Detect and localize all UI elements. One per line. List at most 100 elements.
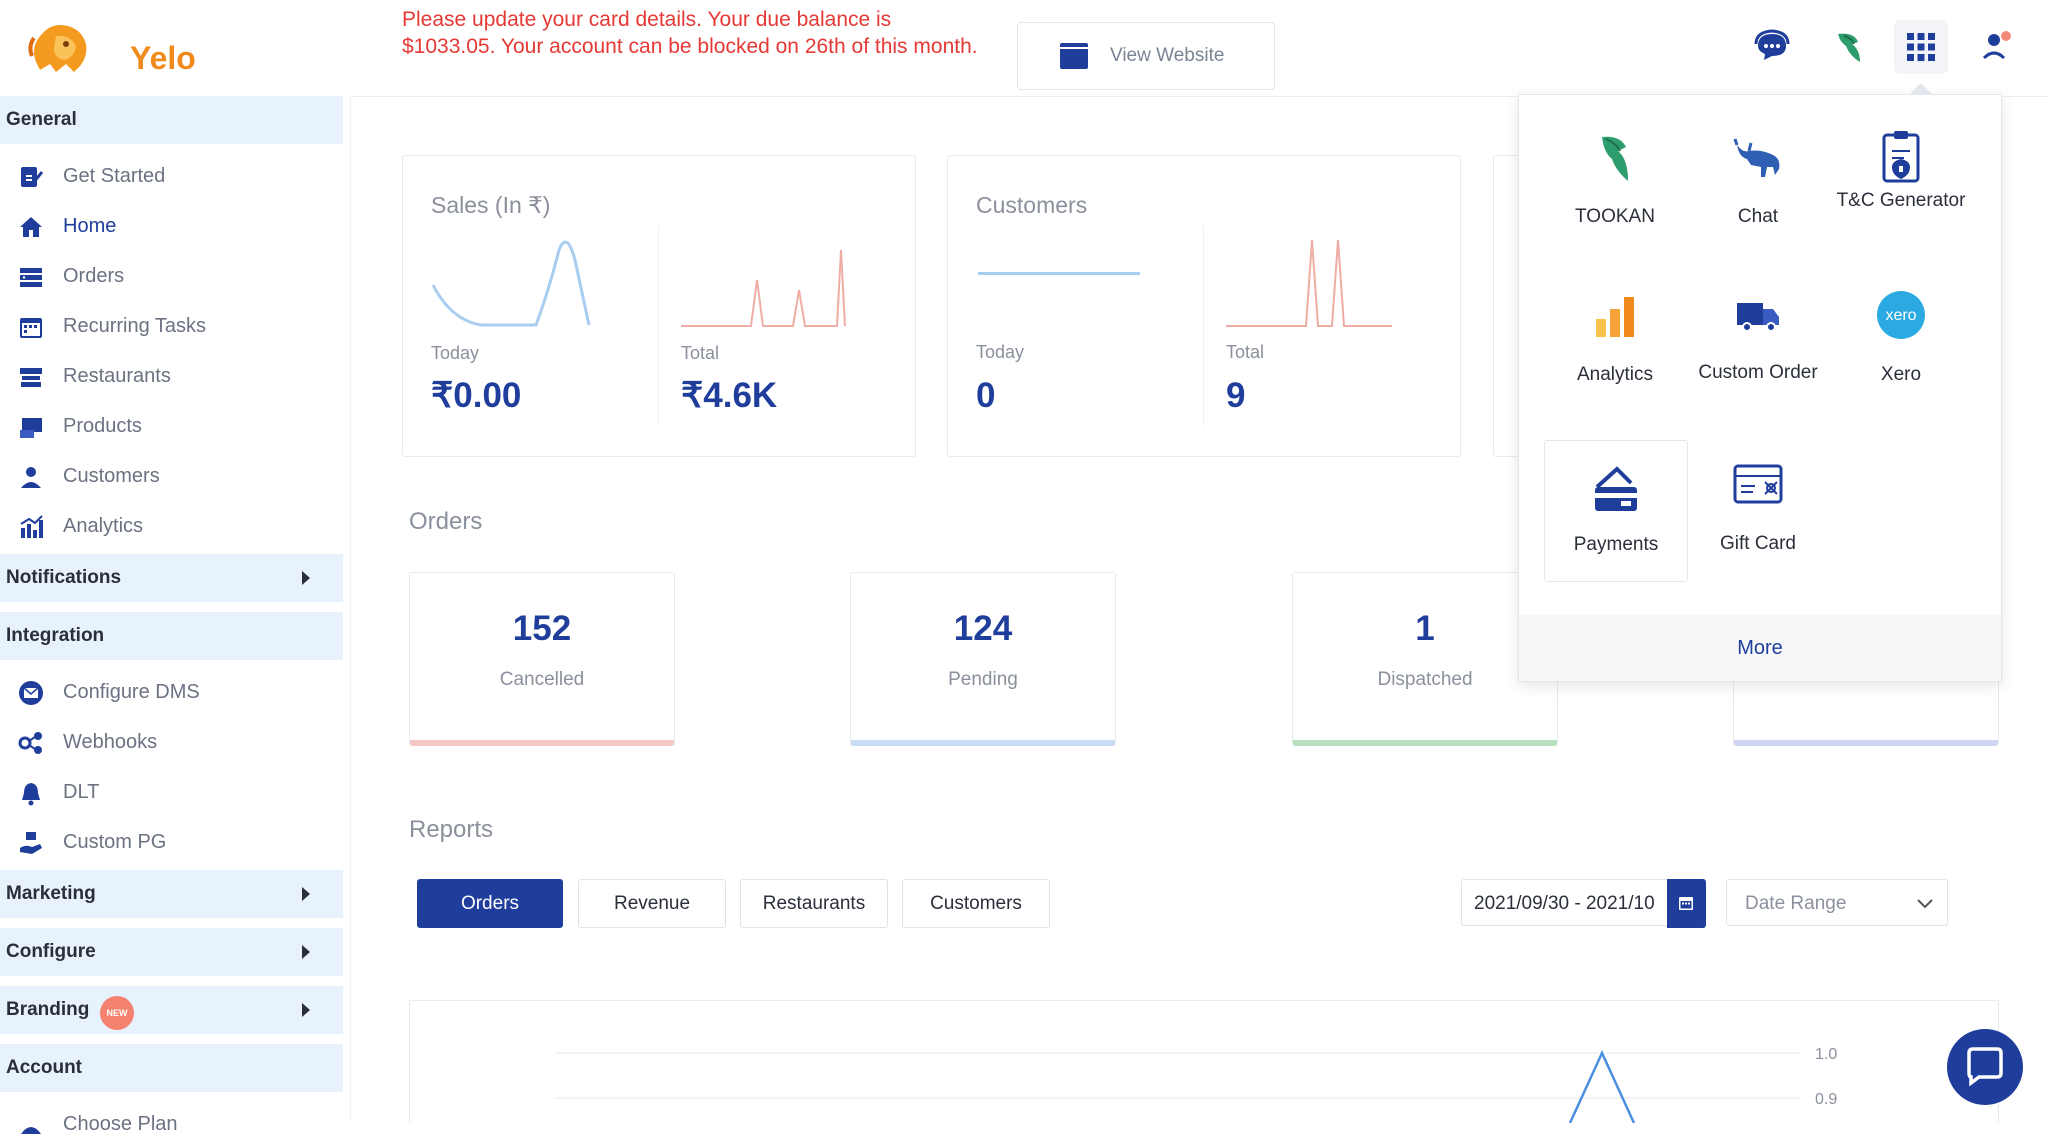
order-count: 124 xyxy=(953,609,1013,648)
sidebar-item-label: Webhooks xyxy=(63,731,158,753)
sales-card: Sales (In ₹) Today ₹0.00 Total ₹4.6K xyxy=(402,155,916,457)
app-payments[interactable]: Payments xyxy=(1544,440,1688,582)
tab-revenue[interactable]: Revenue xyxy=(578,879,726,928)
sales-total-sparkline xyxy=(681,249,846,327)
apps-grid-button[interactable] xyxy=(1894,20,1948,74)
tookan-leaf-icon[interactable] xyxy=(1830,26,1870,66)
app-label: T&C Generator xyxy=(1836,190,1966,211)
sidebar-item-configure-dms[interactable]: Configure DMS xyxy=(0,670,343,714)
sidebar-section-account[interactable]: Account xyxy=(0,1044,343,1092)
reports-section-title: Reports xyxy=(409,816,494,843)
sidebar-item-label: DLT xyxy=(63,781,100,803)
sidebar-item-label: Choose Plan xyxy=(63,1113,178,1135)
app-tnc-generator[interactable]: T&C Generator xyxy=(1830,111,1972,251)
tab-customers[interactable]: Customers xyxy=(902,879,1050,928)
xero-logo-text: xero xyxy=(1885,307,1916,324)
order-status-card-cancelled[interactable]: 152 Cancelled xyxy=(409,572,675,746)
gift-card-icon xyxy=(1733,464,1783,504)
order-count: 152 xyxy=(512,609,572,648)
date-range-input[interactable]: 2021/09/30 - 2021/10 xyxy=(1461,879,1667,926)
sidebar-item-dlt[interactable]: DLT xyxy=(0,770,343,814)
top-header: Yelo Please update your card details. Yo… xyxy=(0,0,2048,97)
today-label: Today xyxy=(976,342,1025,362)
sidebar-item-custom-pg[interactable]: Custom PG xyxy=(0,820,343,864)
order-status-card-pending[interactable]: 124 Pending xyxy=(850,572,1116,746)
sidebar-section-configure[interactable]: Configure xyxy=(0,928,343,976)
sidebar-item-products[interactable]: Products xyxy=(0,404,343,448)
customers-today-value: 0 xyxy=(976,376,996,415)
app-tookan[interactable]: TOOKAN xyxy=(1544,111,1686,251)
payment-gateway-icon xyxy=(20,832,42,854)
sidebar-item-webhooks[interactable]: Webhooks xyxy=(0,720,343,764)
date-range-select[interactable]: Date Range xyxy=(1726,879,1948,926)
y-tick-label: 1.0 xyxy=(1815,1046,1837,1063)
calendar-icon xyxy=(20,318,42,338)
apps-more-link[interactable]: More xyxy=(1519,615,2001,681)
browser-window-icon xyxy=(1060,43,1088,69)
card-title: Sales (In ₹) xyxy=(431,192,551,218)
app-label: Gift Card xyxy=(1719,533,1797,554)
sidebar-item-analytics[interactable]: Analytics xyxy=(0,504,343,548)
section-label: Configure xyxy=(6,941,96,962)
live-chat-button[interactable] xyxy=(1947,1029,2023,1105)
calendar-icon xyxy=(1679,897,1693,910)
app-custom-order[interactable]: Custom Order xyxy=(1687,269,1829,409)
tab-restaurants[interactable]: Restaurants xyxy=(740,879,888,928)
app-analytics[interactable]: Analytics xyxy=(1544,269,1686,409)
view-website-button[interactable]: View Website xyxy=(1017,22,1275,90)
app-chat[interactable]: Chat xyxy=(1687,111,1829,251)
sidebar-item-recurring-tasks[interactable]: Recurring Tasks xyxy=(0,304,343,348)
sidebar-item-orders[interactable]: Orders xyxy=(0,254,343,298)
sidebar-item-choose-plan[interactable]: Choose Plan xyxy=(0,1102,343,1146)
today-label: Today xyxy=(431,343,480,363)
apps-grid-icon xyxy=(1907,33,1935,61)
lion-logo-icon xyxy=(28,25,87,72)
tab-orders[interactable]: Orders xyxy=(417,879,563,928)
date-range-placeholder: Date Range xyxy=(1745,893,1847,914)
store-icon xyxy=(20,368,42,387)
home-icon xyxy=(20,217,42,237)
customers-total-value: 9 xyxy=(1226,376,1246,415)
caret-right-icon xyxy=(302,887,310,901)
app-xero[interactable]: xero Xero xyxy=(1830,269,1972,409)
card-title: Customers xyxy=(976,192,1088,218)
section-label: Account xyxy=(6,1057,82,1078)
sidebar-item-restaurants[interactable]: Restaurants xyxy=(0,354,343,398)
sidebar-item-label: Analytics xyxy=(63,515,144,537)
brand-name: Yelo xyxy=(130,40,196,76)
sidebar-item-home[interactable]: Home xyxy=(0,204,343,248)
app-label: Payments xyxy=(1573,534,1659,555)
calendar-button[interactable] xyxy=(1667,879,1706,928)
customers-today-sparkline xyxy=(978,272,1140,275)
app-label: Chat xyxy=(1737,206,1779,227)
payments-icon xyxy=(1595,466,1637,511)
y-tick-label: 0.9 xyxy=(1815,1091,1837,1108)
support-chat-icon[interactable] xyxy=(1752,26,1792,66)
sidebar-section-notifications[interactable]: Notifications xyxy=(0,554,343,602)
sidebar-section-marketing[interactable]: Marketing xyxy=(0,870,343,918)
apps-dropdown: TOOKAN Chat T&C Generator Analytics Cust… xyxy=(1518,83,2002,682)
section-label: Marketing xyxy=(6,883,96,904)
billing-warning-banner: Please update your card details. Your du… xyxy=(402,8,978,58)
section-label: Integration xyxy=(6,625,105,646)
sidebar-item-label: Custom PG xyxy=(63,831,167,853)
sidebar-item-label: Restaurants xyxy=(63,365,171,387)
user-profile-icon[interactable] xyxy=(1976,26,2016,66)
brand-logo[interactable]: Yelo xyxy=(26,14,196,80)
sidebar-item-customers[interactable]: Customers xyxy=(0,454,343,498)
app-label: Custom Order xyxy=(1698,362,1818,383)
status-color-bar xyxy=(410,740,674,746)
sidebar-item-label: Customers xyxy=(63,465,160,487)
sidebar-section-general[interactable]: General xyxy=(0,96,343,144)
xero-icon: xero xyxy=(1877,291,1925,339)
chevron-down-icon xyxy=(1917,899,1933,909)
sidebar-item-label: Configure DMS xyxy=(63,681,200,703)
truck-icon xyxy=(1737,303,1779,332)
sidebar-item-label: Products xyxy=(63,415,142,437)
sidebar-section-integration[interactable]: Integration xyxy=(0,612,343,660)
sidebar-section-branding[interactable]: Branding NEW xyxy=(0,986,343,1034)
caret-right-icon xyxy=(302,571,310,585)
app-gift-card[interactable]: Gift Card xyxy=(1687,440,1829,580)
view-website-label: View Website xyxy=(1110,45,1225,66)
sidebar-item-get-started[interactable]: Get Started xyxy=(0,154,343,198)
